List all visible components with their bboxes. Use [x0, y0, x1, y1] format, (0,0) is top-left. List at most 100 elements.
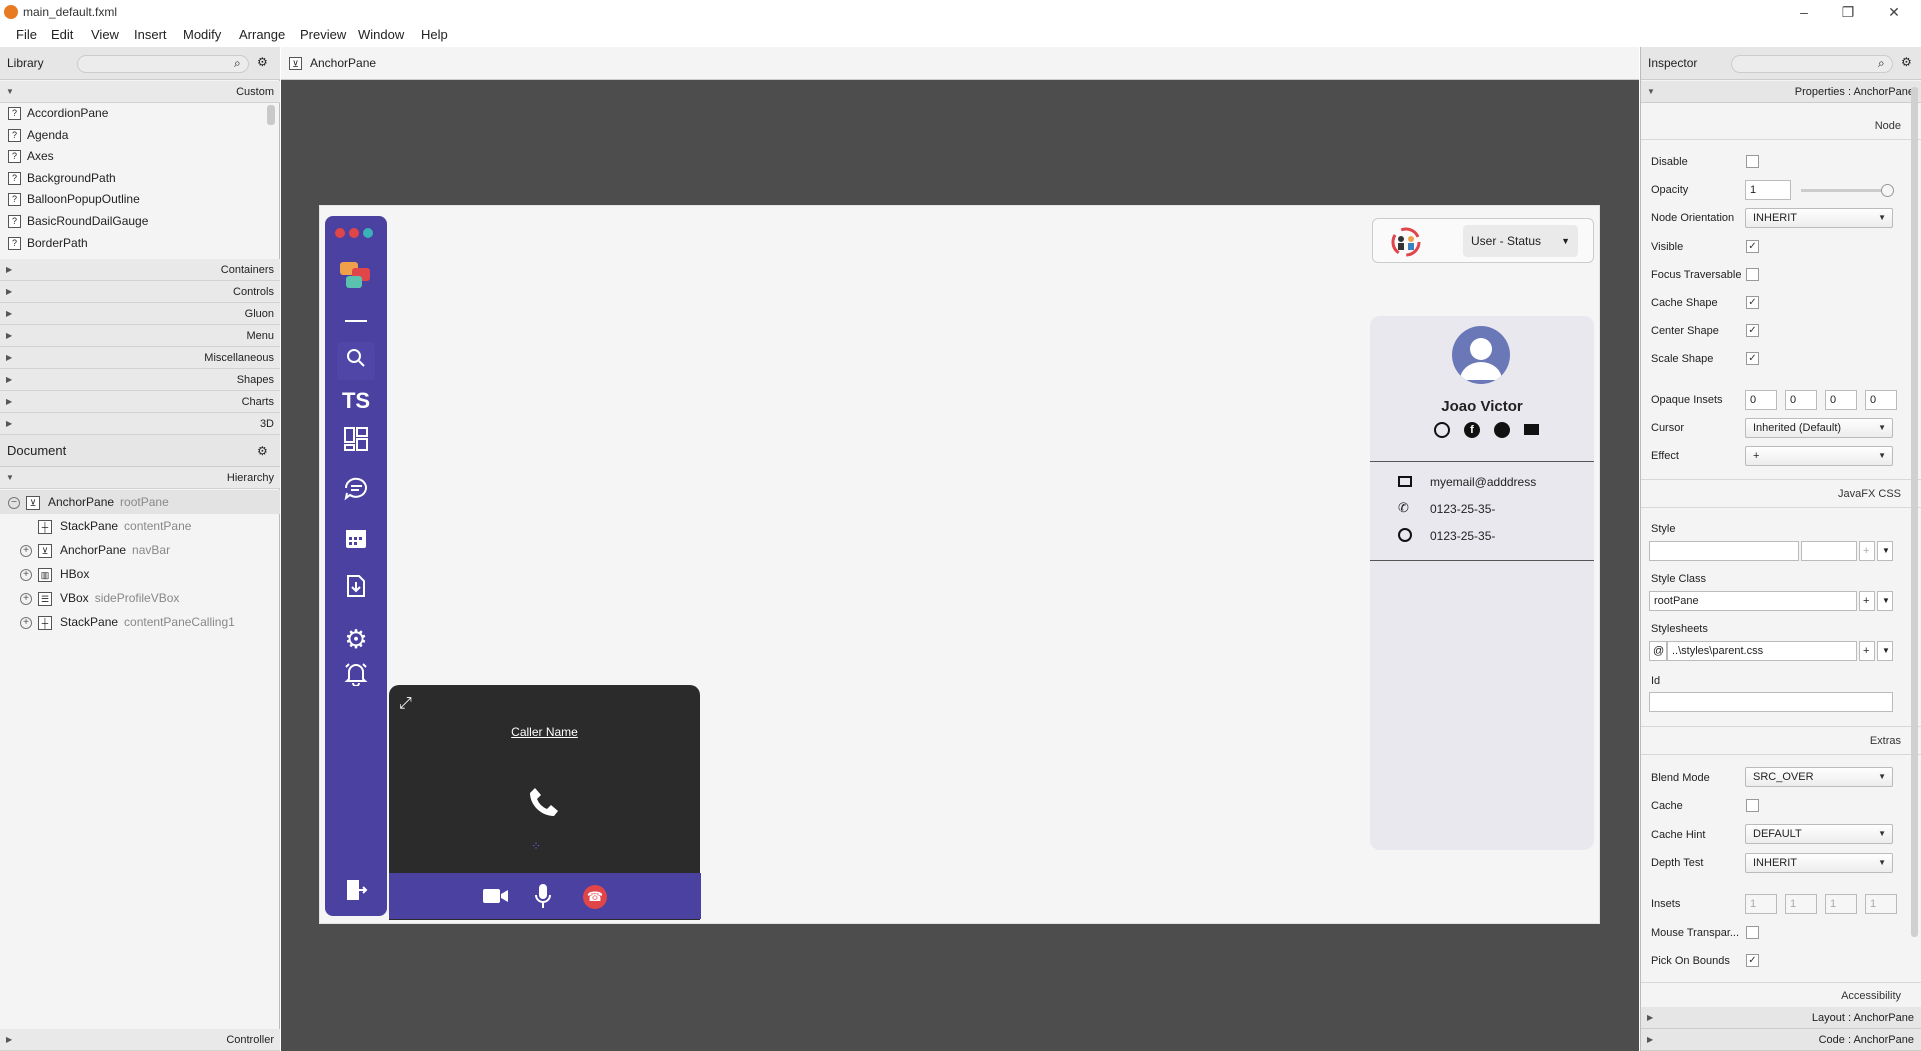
- stylesheets-menu-button[interactable]: ▼: [1877, 641, 1893, 661]
- opacity-slider-thumb[interactable]: [1881, 184, 1894, 197]
- library-search-input[interactable]: [77, 55, 249, 73]
- microphone-icon[interactable]: [535, 883, 551, 912]
- style-add-button[interactable]: +: [1859, 541, 1875, 561]
- library-item[interactable]: ? BackgroundPath: [8, 168, 116, 189]
- menu-view[interactable]: View: [91, 27, 119, 42]
- style-class-menu-button[interactable]: ▼: [1877, 591, 1893, 611]
- restore-icon[interactable]: ❐: [1833, 2, 1863, 22]
- design-canvas[interactable]: TS ⚙ User - Status ▼ Joao Victor f myema…: [319, 205, 1600, 924]
- inspector-search-input[interactable]: [1731, 55, 1893, 73]
- menu-help[interactable]: Help: [421, 27, 448, 42]
- style-value-field[interactable]: [1801, 541, 1857, 561]
- tree-item[interactable]: + ☰ VBox sideProfileVBox: [0, 586, 280, 610]
- library-category[interactable]: ▶ Charts: [0, 391, 280, 413]
- gear-icon[interactable]: ⚙: [1901, 55, 1912, 69]
- mouse-transparent-checkbox[interactable]: [1746, 926, 1759, 939]
- menu-preview[interactable]: Preview: [300, 27, 346, 42]
- library-category[interactable]: ▶ Controls: [0, 281, 280, 303]
- ts-logo[interactable]: TS: [337, 382, 375, 420]
- video-camera-icon[interactable]: [483, 887, 509, 908]
- library-item[interactable]: ? AccordionPane: [8, 103, 108, 124]
- calendar-icon[interactable]: [337, 524, 375, 562]
- center-shape-checkbox[interactable]: ✓: [1746, 324, 1759, 337]
- tree-item-rootpane[interactable]: − ⊻ AnchorPane rootPane: [0, 490, 280, 514]
- code-section-header[interactable]: ▶ Code : AnchorPane: [1641, 1029, 1921, 1051]
- cache-shape-checkbox[interactable]: ✓: [1746, 296, 1759, 309]
- controller-section[interactable]: ▶ Controller: [0, 1029, 280, 1051]
- tree-item[interactable]: + ⊻ AnchorPane navBar: [0, 538, 280, 562]
- menu-insert[interactable]: Insert: [134, 27, 167, 42]
- visible-checkbox[interactable]: ✓: [1746, 240, 1759, 253]
- disable-checkbox[interactable]: [1746, 155, 1759, 168]
- opaque-inset-left[interactable]: 0: [1865, 390, 1897, 410]
- cache-checkbox[interactable]: [1746, 799, 1759, 812]
- library-item[interactable]: ? BasicRoundDailGauge: [8, 211, 148, 232]
- cache-hint-select[interactable]: DEFAULT ▼: [1745, 824, 1893, 844]
- expand-icon[interactable]: ⤢: [399, 695, 419, 715]
- opaque-inset-bottom[interactable]: 0: [1825, 390, 1857, 410]
- search-icon[interactable]: [337, 342, 375, 380]
- properties-section-header[interactable]: ▼ Properties : AnchorPane: [1641, 81, 1921, 103]
- messages-icon[interactable]: [337, 476, 375, 514]
- library-category[interactable]: ▶ Shapes: [0, 369, 280, 391]
- library-category[interactable]: ▶ 3D: [0, 413, 280, 435]
- tree-item[interactable]: ┼ StackPane contentPane: [0, 514, 280, 538]
- inspector-scrollbar[interactable]: [1911, 87, 1918, 937]
- stylesheets-add-button[interactable]: +: [1859, 641, 1875, 661]
- library-scrollbar[interactable]: [267, 105, 275, 125]
- menu-arrange[interactable]: Arrange: [239, 27, 285, 42]
- facebook-icon[interactable]: f: [1464, 422, 1480, 438]
- menu-modify[interactable]: Modify: [183, 27, 221, 42]
- pick-on-bounds-checkbox[interactable]: ✓: [1746, 954, 1759, 967]
- whatsapp-icon[interactable]: [1434, 422, 1450, 438]
- id-field[interactable]: [1649, 692, 1893, 712]
- document-gear-icon[interactable]: ⚙: [257, 444, 268, 458]
- cursor-select[interactable]: Inherited (Default) ▼: [1745, 418, 1893, 438]
- library-category[interactable]: ▶ Menu: [0, 325, 280, 347]
- library-item[interactable]: ? BorderPath: [8, 233, 88, 254]
- hierarchy-header[interactable]: ▼ Hierarchy: [0, 467, 280, 489]
- style-class-field[interactable]: rootPane: [1649, 591, 1857, 611]
- menu-window[interactable]: Window: [358, 27, 404, 42]
- gear-icon[interactable]: ⚙: [257, 55, 268, 69]
- library-item[interactable]: ? Axes: [8, 146, 54, 167]
- library-item[interactable]: ? Agenda: [8, 125, 68, 146]
- node-orientation-select[interactable]: INHERIT ▼: [1745, 208, 1893, 228]
- settings-gear-icon[interactable]: ⚙: [337, 620, 375, 658]
- stylesheets-field[interactable]: ..\styles\parent.css: [1667, 641, 1857, 661]
- opacity-slider-track[interactable]: [1801, 189, 1887, 192]
- dashboard-icon[interactable]: [337, 426, 375, 464]
- layout-section-header[interactable]: ▶ Layout : AnchorPane: [1641, 1007, 1921, 1029]
- tree-item[interactable]: + ▥ HBox: [0, 562, 280, 586]
- user-status-box[interactable]: User - Status ▼: [1372, 218, 1594, 263]
- xbox-icon[interactable]: [1494, 422, 1510, 438]
- logout-icon[interactable]: [337, 876, 375, 914]
- effect-select[interactable]: + ▼: [1745, 446, 1893, 466]
- library-category[interactable]: ▶ Containers: [0, 259, 280, 281]
- style-menu-button[interactable]: ▼: [1877, 541, 1893, 561]
- style-class-add-button[interactable]: +: [1859, 591, 1875, 611]
- mail-icon[interactable]: [1524, 424, 1539, 435]
- minimize-icon[interactable]: –: [1789, 2, 1819, 22]
- breadcrumb-item[interactable]: AnchorPane: [310, 56, 376, 70]
- style-field[interactable]: [1649, 541, 1799, 561]
- menu-file[interactable]: File: [16, 27, 37, 42]
- user-status-dropdown[interactable]: User - Status ▼: [1463, 225, 1578, 257]
- alarm-bell-icon[interactable]: [337, 660, 375, 698]
- menu-edit[interactable]: Edit: [51, 27, 73, 42]
- focus-traversable-checkbox[interactable]: [1746, 268, 1759, 281]
- opaque-inset-top[interactable]: 0: [1745, 390, 1777, 410]
- library-item[interactable]: ? BalloonPopupOutline: [8, 189, 140, 210]
- library-category[interactable]: ▶ Miscellaneous: [0, 347, 280, 369]
- depth-test-select[interactable]: INHERIT ▼: [1745, 853, 1893, 873]
- library-category[interactable]: ▶ Gluon: [0, 303, 280, 325]
- library-custom-section[interactable]: ▼ Custom: [0, 81, 280, 103]
- opacity-field[interactable]: 1: [1745, 180, 1791, 200]
- hang-up-icon[interactable]: ☎: [583, 885, 607, 909]
- blend-mode-select[interactable]: SRC_OVER ▼: [1745, 767, 1893, 787]
- scale-shape-checkbox[interactable]: ✓: [1746, 352, 1759, 365]
- close-icon[interactable]: ✕: [1879, 2, 1909, 22]
- download-file-icon[interactable]: [337, 572, 375, 610]
- tree-item[interactable]: + ┼ StackPane contentPaneCalling1: [0, 610, 280, 634]
- opaque-inset-right[interactable]: 0: [1785, 390, 1817, 410]
